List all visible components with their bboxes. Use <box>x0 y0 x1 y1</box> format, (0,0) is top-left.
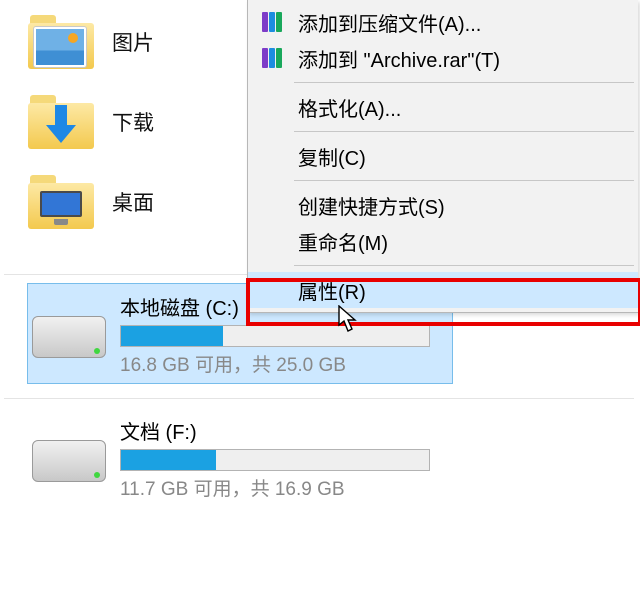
menu-add-to-archive-rar[interactable]: 添加到 "Archive.rar"(T) <box>248 40 638 76</box>
menu-label: 格式化(A)... <box>298 93 401 122</box>
menu-format[interactable]: 格式化(A)... <box>248 89 638 125</box>
drive-free-text: 11.7 GB 可用，共 16.9 GB <box>120 474 452 501</box>
menu-separator <box>294 265 634 266</box>
menu-separator <box>294 131 634 132</box>
menu-add-to-archive[interactable]: 添加到压缩文件(A)... <box>248 4 638 40</box>
explorer-window: 图片 下载 桌面 本地磁盘 (C:) 16.8 GB <box>0 0 640 591</box>
menu-label: 添加到 "Archive.rar"(T) <box>298 44 500 73</box>
drive-free-text: 16.8 GB 可用，共 25.0 GB <box>120 350 452 377</box>
drive-f[interactable]: 文档 (F:) 11.7 GB 可用，共 16.9 GB <box>28 408 452 507</box>
menu-label: 重命名(M) <box>298 227 388 256</box>
menu-copy[interactable]: 复制(C) <box>248 138 638 174</box>
folder-label: 下载 <box>112 107 154 137</box>
menu-separator <box>294 82 634 83</box>
rar-icon <box>260 9 286 35</box>
drive-capacity-bar <box>120 325 430 347</box>
drive-name: 文档 (F:) <box>120 416 452 445</box>
menu-rename[interactable]: 重命名(M) <box>248 223 638 259</box>
drive-info: 文档 (F:) 11.7 GB 可用，共 16.9 GB <box>120 414 452 501</box>
rar-icon <box>260 45 286 71</box>
menu-create-shortcut[interactable]: 创建快捷方式(S) <box>248 187 638 223</box>
menu-separator <box>294 180 634 181</box>
pictures-folder-icon <box>28 15 94 69</box>
context-menu: 添加到压缩文件(A)... 添加到 "Archive.rar"(T) 格式化(A… <box>247 0 638 313</box>
downloads-folder-icon <box>28 95 94 149</box>
drive-capacity-bar <box>120 449 430 471</box>
drive-icon <box>32 434 106 488</box>
folder-label: 桌面 <box>112 187 154 217</box>
menu-label: 复制(C) <box>298 142 366 171</box>
menu-label: 创建快捷方式(S) <box>298 191 445 220</box>
desktop-folder-icon <box>28 175 94 229</box>
menu-properties[interactable]: 属性(R) <box>248 272 638 308</box>
drive-icon <box>32 310 106 364</box>
folder-label: 图片 <box>112 27 154 57</box>
menu-label: 属性(R) <box>298 276 366 305</box>
menu-label: 添加到压缩文件(A)... <box>298 8 481 37</box>
divider <box>4 398 634 399</box>
